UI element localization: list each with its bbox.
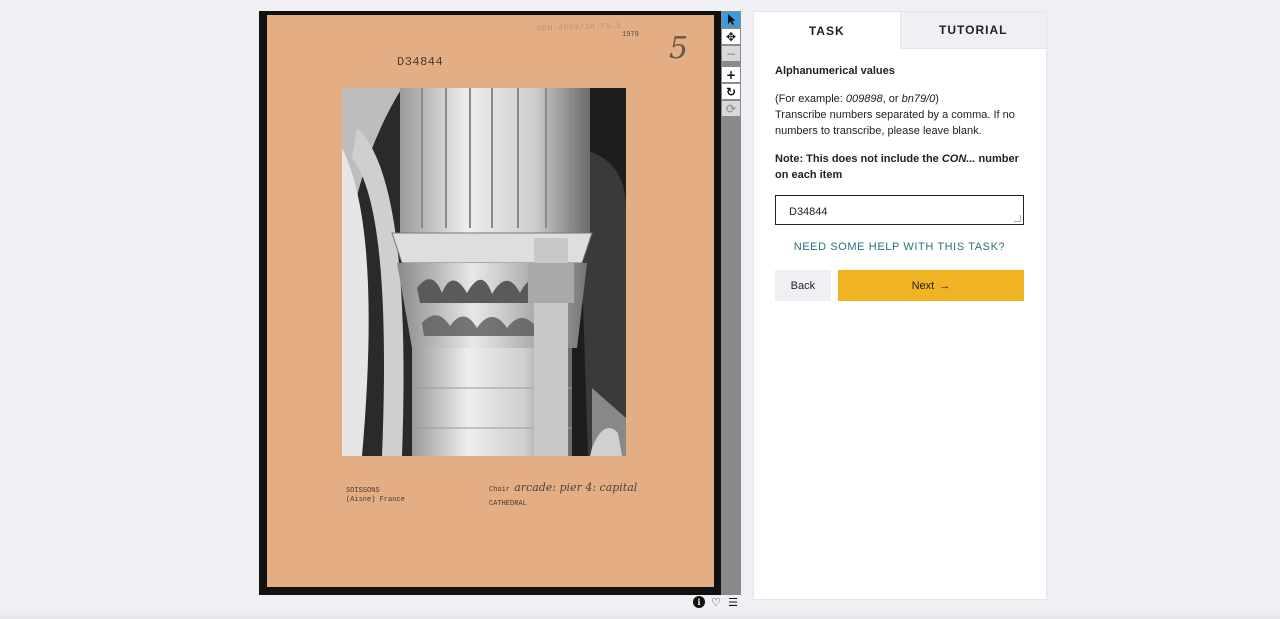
task-title: Alphanumerical values [775, 65, 895, 77]
zoom-in-icon[interactable]: + [722, 67, 740, 82]
move-icon[interactable]: ✥ [722, 29, 740, 44]
subject-viewer[interactable]: GEN-4000/1H.F5.5 1979 D34844 5 SOISSONS … [259, 11, 721, 595]
task-note: Note: This does not include the CON... n… [775, 151, 1024, 183]
transcription-input[interactable]: D34844 [775, 195, 1024, 225]
task-tabs: TASK TUTORIAL [754, 12, 1046, 49]
task-body: Alphanumerical values (For example: 0098… [754, 49, 1046, 301]
caption-handwritten: arcade: pier 4: capital [514, 481, 638, 494]
tab-tutorial[interactable]: TUTORIAL [899, 12, 1046, 49]
caption-location: SOISSONS (Aisne) France [346, 487, 405, 505]
cathedral-photo [342, 88, 626, 456]
caption-building: CATHEDRAL [489, 500, 527, 508]
tab-task[interactable]: TASK [754, 12, 900, 49]
back-button[interactable]: Back [775, 270, 831, 301]
caption-region: (Aisne) France [346, 496, 405, 504]
info-icon[interactable]: i [693, 596, 705, 608]
example-value-2: bn79/0 [901, 93, 936, 105]
task-panel: TASK TUTORIAL Alphanumerical values (For… [753, 11, 1047, 600]
list-icon[interactable]: ☰ [727, 596, 739, 609]
arrow-right-icon: → [939, 279, 951, 292]
caption-description: Choir arcade: pier 4: capital CATHEDRAL [489, 481, 637, 511]
caption-choir: Choir [489, 486, 511, 494]
example-separator: , or [882, 93, 902, 105]
note-emphasis: CON... [941, 153, 976, 165]
pointer-icon[interactable] [722, 12, 740, 27]
next-button[interactable]: Next → [837, 270, 1024, 301]
page-footer [0, 613, 1280, 619]
caption-city: SOISSONS [346, 487, 380, 495]
cathedral-capital-image [342, 88, 626, 456]
heart-icon[interactable]: ♡ [710, 596, 722, 609]
archive-card: GEN-4000/1H.F5.5 1979 D34844 5 SOISSONS … [267, 15, 714, 587]
viewer-toolbar: ✥ − + ↻ ⟳ [721, 11, 741, 595]
rotate-icon[interactable]: ↻ [722, 84, 740, 99]
note-prefix: Note: This does not include the [775, 153, 942, 165]
example-prefix: (For example: [775, 93, 846, 105]
archive-stamp: GEN-4000/1H.F5.5 [536, 21, 622, 34]
transcription-value: D34844 [789, 206, 828, 218]
example-suffix: ) [935, 93, 939, 105]
handwritten-number: 5 [669, 31, 689, 66]
reference-number: D34844 [397, 55, 444, 69]
next-label: Next [911, 279, 935, 292]
task-actions: Back Next → [775, 270, 1024, 301]
example-value-1: 009898 [845, 93, 883, 105]
task-instructions: (For example: 009898, or bn79/0) Transcr… [775, 91, 1024, 139]
archive-year: 1979 [622, 31, 639, 39]
subject-meta-actions: i ♡ ☰ [693, 596, 739, 609]
resize-handle[interactable] [1014, 215, 1021, 222]
zoom-out-icon[interactable]: − [722, 46, 740, 61]
help-link[interactable]: NEED SOME HELP WITH THIS TASK? [775, 239, 1024, 255]
reset-icon[interactable]: ⟳ [722, 101, 740, 116]
instruction-text: Transcribe numbers separated by a comma.… [775, 109, 1015, 137]
